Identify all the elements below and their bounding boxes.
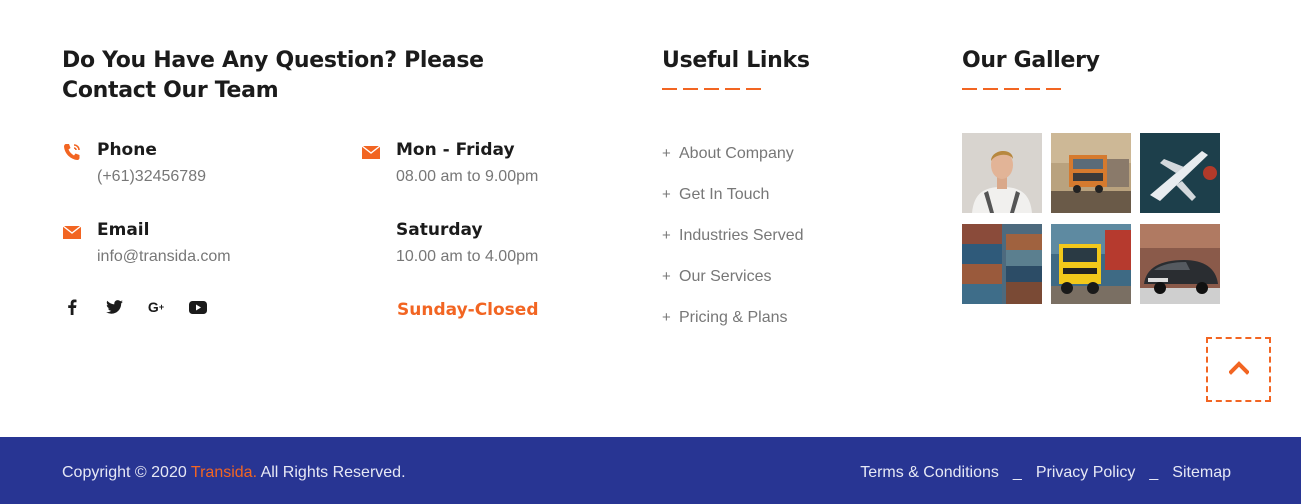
phone-label: Phone	[97, 140, 157, 160]
scroll-to-top-button[interactable]	[1206, 337, 1271, 402]
gallery-title: Our Gallery	[962, 48, 1100, 73]
gallery-column: Our Gallery	[962, 46, 1242, 304]
weekday-hours: 08.00 am to 9.00pm	[396, 168, 539, 185]
gallery-image-truck[interactable]	[1051, 133, 1131, 213]
sitemap-link[interactable]: Sitemap	[1172, 464, 1231, 482]
link-label[interactable]: Get In Touch	[679, 186, 769, 204]
title-underline	[962, 88, 1242, 90]
gallery-image-yellow-truck[interactable]	[1051, 224, 1131, 304]
link-separator: _	[1149, 464, 1159, 481]
gallery-image-containers[interactable]	[962, 224, 1042, 304]
copyright-suffix: All Rights Reserved.	[257, 464, 406, 481]
phone-icon	[62, 142, 82, 162]
link-label[interactable]: Pricing & Plans	[679, 309, 788, 327]
social-links: G +	[62, 298, 208, 316]
contact-title-line2: Contact Our Team	[62, 78, 279, 103]
phone-value[interactable]: (+61)32456789	[97, 168, 206, 186]
title-underline	[662, 88, 922, 90]
brand-link[interactable]: Transida.	[191, 464, 257, 481]
gallery-image-car[interactable]	[1140, 224, 1220, 304]
gallery-grid	[962, 133, 1242, 304]
link-label[interactable]: About Company	[679, 145, 794, 163]
link-label[interactable]: Industries Served	[679, 227, 804, 245]
link-about-company[interactable]: + About Company	[662, 133, 922, 174]
link-pricing-plans[interactable]: + Pricing & Plans	[662, 297, 922, 338]
contact-title-line1: Do You Have Any Question? Please	[62, 48, 484, 73]
link-our-services[interactable]: + Our Services	[662, 256, 922, 297]
email-value[interactable]: info@transida.com	[97, 248, 231, 266]
email-label: Email	[97, 220, 150, 240]
gallery-image-worker[interactable]	[962, 133, 1042, 213]
plus-icon: +	[662, 268, 671, 285]
facebook-icon[interactable]	[62, 298, 82, 316]
useful-links-column: Useful Links + About Company + Get In Touc…	[662, 46, 922, 338]
weekday-label: Mon - Friday	[396, 140, 515, 160]
link-get-in-touch[interactable]: + Get In Touch	[662, 174, 922, 215]
privacy-policy-link[interactable]: Privacy Policy	[1036, 464, 1136, 482]
sunday-closed-text: Sunday-Closed	[397, 300, 539, 320]
contact-title: Do You Have Any Question? Please Contact…	[62, 46, 522, 106]
link-label[interactable]: Our Services	[679, 268, 771, 286]
plus-icon: +	[662, 186, 671, 203]
copyright-text: Copyright © 2020 Transida. All Rights Re…	[62, 464, 406, 482]
twitter-icon[interactable]	[104, 298, 124, 316]
envelope-icon	[361, 142, 381, 162]
gallery-image-airplane[interactable]	[1140, 133, 1220, 213]
plus-icon: +	[662, 227, 671, 244]
contact-column: Do You Have Any Question? Please Contact…	[62, 46, 582, 320]
saturday-label: Saturday	[396, 220, 483, 240]
terms-link[interactable]: Terms & Conditions	[860, 464, 999, 482]
footer-top-section: Do You Have Any Question? Please Contact…	[0, 0, 1301, 437]
useful-links-list: + About Company + Get In Touch + Industries…	[662, 133, 922, 338]
google-plus-icon[interactable]: G +	[146, 298, 166, 316]
saturday-hours: 10.00 am to 4.00pm	[396, 248, 539, 265]
plus-icon: +	[662, 309, 671, 326]
useful-links-title: Useful Links	[662, 48, 810, 73]
envelope-icon	[62, 222, 82, 242]
chevron-up-icon	[1227, 359, 1250, 380]
copyright-prefix: Copyright © 2020	[62, 464, 191, 481]
link-industries-served[interactable]: + Industries Served	[662, 215, 922, 256]
footer-links: Terms & Conditions _ Privacy Policy _ Si…	[860, 464, 1231, 482]
footer-bottom-bar: Copyright © 2020 Transida. All Rights Re…	[0, 437, 1301, 504]
link-separator: _	[1012, 464, 1022, 481]
youtube-icon[interactable]	[188, 298, 208, 316]
plus-icon: +	[662, 145, 671, 162]
